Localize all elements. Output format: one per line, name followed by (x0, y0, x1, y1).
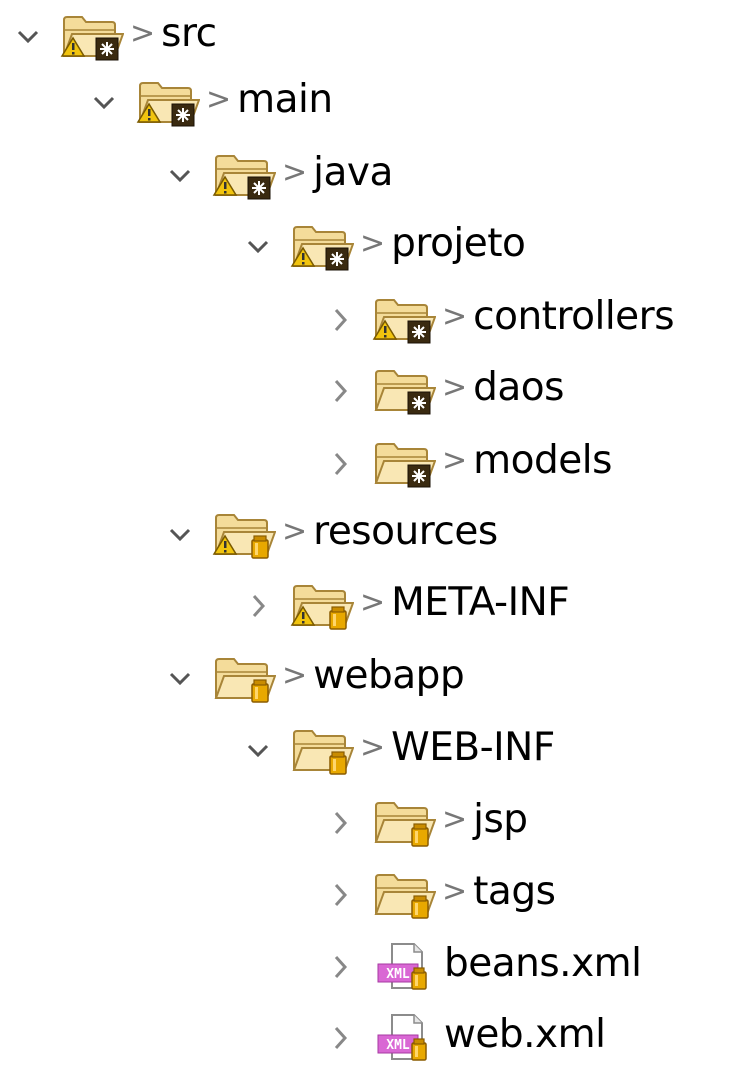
tree-item-meta-inf[interactable]: > META-INF (240, 569, 570, 642)
tree-item-models[interactable]: > models (322, 427, 612, 500)
tree-item-daos[interactable]: > daos (322, 354, 564, 427)
resource-folder-icon (372, 869, 438, 921)
node-decoration: > (282, 513, 308, 549)
node-decoration: > (442, 873, 468, 909)
tree-item-label: jsp (473, 797, 528, 842)
expanded-chevron-icon[interactable] (162, 659, 198, 699)
tree-item-web-xml[interactable]: XML web.xml (322, 1001, 606, 1074)
tree-item-label: main (237, 77, 333, 122)
expanded-chevron-icon[interactable] (86, 83, 122, 123)
node-decoration: > (442, 801, 468, 837)
tree-item-label: WEB-INF (391, 725, 555, 770)
tree-item-jsp[interactable]: > jsp (322, 786, 528, 859)
xml-file-icon: XML (372, 1012, 438, 1064)
tree-item-src[interactable]: > src (10, 0, 217, 73)
source-folder-warning-icon (60, 11, 126, 63)
xml-file-icon: XML (372, 941, 438, 993)
node-decoration: > (130, 15, 156, 51)
tree-item-label: resources (313, 509, 498, 554)
resource-folder-icon (212, 653, 278, 705)
node-decoration: > (442, 298, 468, 334)
tree-item-beans-xml[interactable]: XML beans.xml (322, 930, 642, 1003)
tree-item-label: projeto (391, 221, 526, 266)
tree-item-main[interactable]: > main (86, 66, 333, 139)
tree-item-resources[interactable]: > resources (162, 498, 498, 571)
node-decoration: > (282, 154, 308, 190)
node-decoration: > (360, 729, 386, 765)
collapsed-chevron-icon[interactable] (322, 300, 358, 340)
source-folder-icon (372, 438, 438, 490)
collapsed-chevron-icon[interactable] (322, 803, 358, 843)
tree-item-label: beans.xml (444, 941, 642, 986)
expanded-chevron-icon[interactable] (162, 156, 198, 196)
tree-item-label: META-INF (391, 580, 570, 625)
svg-text:XML: XML (386, 1038, 410, 1053)
tree-item-controllers[interactable]: > controllers (322, 283, 675, 356)
tree-item-label: src (161, 11, 217, 56)
tree-item-label: java (313, 150, 393, 195)
node-decoration: > (206, 81, 232, 117)
tree-item-label: tags (473, 869, 556, 914)
project-explorer-tree: > src > main > java > projeto > controll… (0, 0, 750, 1065)
source-folder-icon (372, 365, 438, 417)
collapsed-chevron-icon[interactable] (322, 371, 358, 411)
tree-item-tags[interactable]: > tags (322, 858, 556, 931)
node-decoration: > (360, 584, 386, 620)
source-folder-warning-icon (212, 150, 278, 202)
tree-item-label: controllers (473, 294, 675, 339)
collapsed-chevron-icon[interactable] (322, 875, 358, 915)
svg-text:XML: XML (386, 967, 410, 982)
tree-item-java[interactable]: > java (162, 139, 393, 212)
node-decoration: > (282, 657, 308, 693)
collapsed-chevron-icon[interactable] (240, 586, 276, 626)
tree-item-projeto[interactable]: > projeto (240, 210, 526, 283)
node-decoration: > (442, 442, 468, 478)
expanded-chevron-icon[interactable] (240, 731, 276, 771)
expanded-chevron-icon[interactable] (162, 515, 198, 555)
tree-item-web-inf[interactable]: > WEB-INF (240, 714, 555, 787)
tree-item-label: webapp (313, 653, 465, 698)
collapsed-chevron-icon[interactable] (322, 947, 358, 987)
tree-item-label: web.xml (444, 1012, 606, 1057)
collapsed-chevron-icon[interactable] (322, 444, 358, 484)
source-folder-warning-icon (136, 77, 202, 129)
source-folder-warning-icon (290, 221, 356, 273)
source-folder-warning-icon (372, 294, 438, 346)
tree-item-label: models (473, 438, 612, 483)
node-decoration: > (442, 369, 468, 405)
tree-item-webapp[interactable]: > webapp (162, 642, 465, 715)
tree-item-label: daos (473, 365, 564, 410)
resource-folder-icon (290, 725, 356, 777)
resource-folder-warning-icon (212, 509, 278, 561)
node-decoration: > (360, 225, 386, 261)
resource-folder-icon (372, 797, 438, 849)
resource-folder-warning-icon (290, 580, 356, 632)
collapsed-chevron-icon[interactable] (322, 1018, 358, 1058)
expanded-chevron-icon[interactable] (240, 227, 276, 267)
expanded-chevron-icon[interactable] (10, 17, 46, 57)
